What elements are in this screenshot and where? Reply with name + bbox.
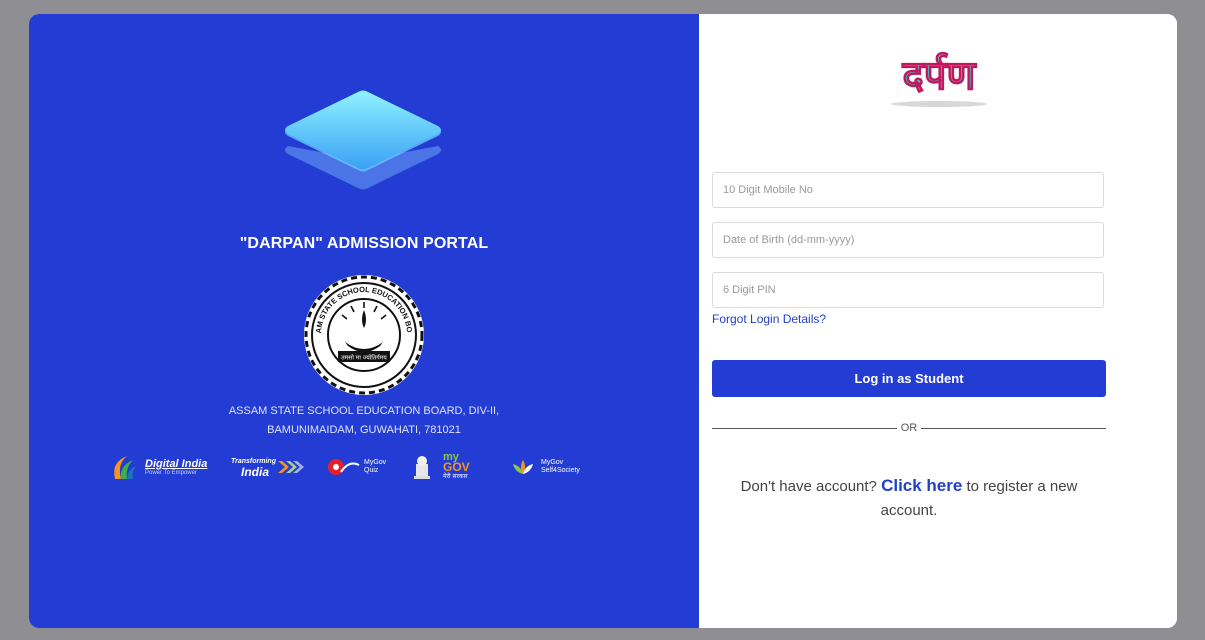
divider-line-right bbox=[921, 427, 1106, 429]
india-text: India bbox=[241, 465, 270, 479]
login-card: "DARPAN" ADMISSION PORTAL तमसो मा ज्योति… bbox=[29, 14, 1177, 628]
darpan-logo: दर्पण bbox=[891, 51, 987, 107]
forgot-login-link[interactable]: Forgot Login Details? bbox=[712, 312, 826, 326]
mygov-gov: GOV bbox=[443, 460, 470, 474]
partner-logos: Digital India Power To Empower Transform… bbox=[109, 450, 629, 484]
digital-india-subtitle: Power To Empower bbox=[145, 470, 197, 476]
pin-field[interactable] bbox=[712, 272, 1104, 308]
mygov-logo: my GOV मेरी सरकार bbox=[443, 450, 470, 484]
login-student-button[interactable]: Log in as Student bbox=[712, 360, 1106, 397]
divider-line-left bbox=[712, 427, 897, 429]
digital-india-logo: Digital India Power To Empower bbox=[109, 450, 207, 484]
layers-logo-icon bbox=[285, 90, 441, 190]
self4society-label-1: MyGov bbox=[541, 459, 564, 466]
or-text: OR bbox=[900, 422, 918, 434]
date-of-birth-field[interactable] bbox=[712, 222, 1104, 258]
self4society-label-2: Self4Society bbox=[541, 467, 580, 474]
digital-india-title: Digital India bbox=[145, 458, 208, 470]
address-line-1: ASSAM STATE SCHOOL EDUCATION BOARD, DIV-… bbox=[228, 405, 500, 417]
quiz-icon bbox=[328, 459, 360, 475]
brand-panel: "DARPAN" ADMISSION PORTAL तमसो मा ज्योति… bbox=[29, 14, 699, 628]
self4society-logo: MyGov Self4Society bbox=[509, 450, 580, 484]
quiz-label-2: Quiz bbox=[364, 467, 379, 474]
chevrons-icon bbox=[278, 461, 304, 473]
seal-motto: तमसो मा ज्योतिर्गमय bbox=[341, 354, 387, 362]
digital-india-icon bbox=[114, 456, 136, 479]
darpan-logo-text: दर्पण bbox=[902, 52, 978, 99]
register-link[interactable]: Click here bbox=[881, 476, 962, 495]
mygov-quiz-logo: MyGov Quiz bbox=[327, 450, 386, 484]
mygov-sub: मेरी सरकार bbox=[443, 473, 468, 480]
register-prompt: Don't have account? Click here to regist… bbox=[712, 474, 1106, 523]
national-emblem bbox=[413, 450, 431, 484]
quiz-label-1: MyGov bbox=[364, 459, 387, 466]
portal-title: "DARPAN" ADMISSION PORTAL bbox=[239, 235, 489, 252]
or-divider: OR bbox=[712, 421, 1106, 435]
transforming-india-logo: Transforming India bbox=[231, 450, 304, 484]
lotus-icon bbox=[513, 460, 533, 474]
address-line-2: BAMUNIMAIDAM, GUWAHATI, 781021 bbox=[267, 424, 461, 436]
board-seal-icon: तमसो मा ज्योतिर्गमय ASSAM STATE SCHOOL E… bbox=[301, 272, 424, 395]
mobile-number-field[interactable] bbox=[712, 172, 1104, 208]
register-prefix: Don't have account? bbox=[740, 478, 877, 495]
board-address: ASSAM STATE SCHOOL EDUCATION BOARD, DIV-… bbox=[29, 402, 699, 440]
emblem-icon bbox=[414, 456, 430, 479]
